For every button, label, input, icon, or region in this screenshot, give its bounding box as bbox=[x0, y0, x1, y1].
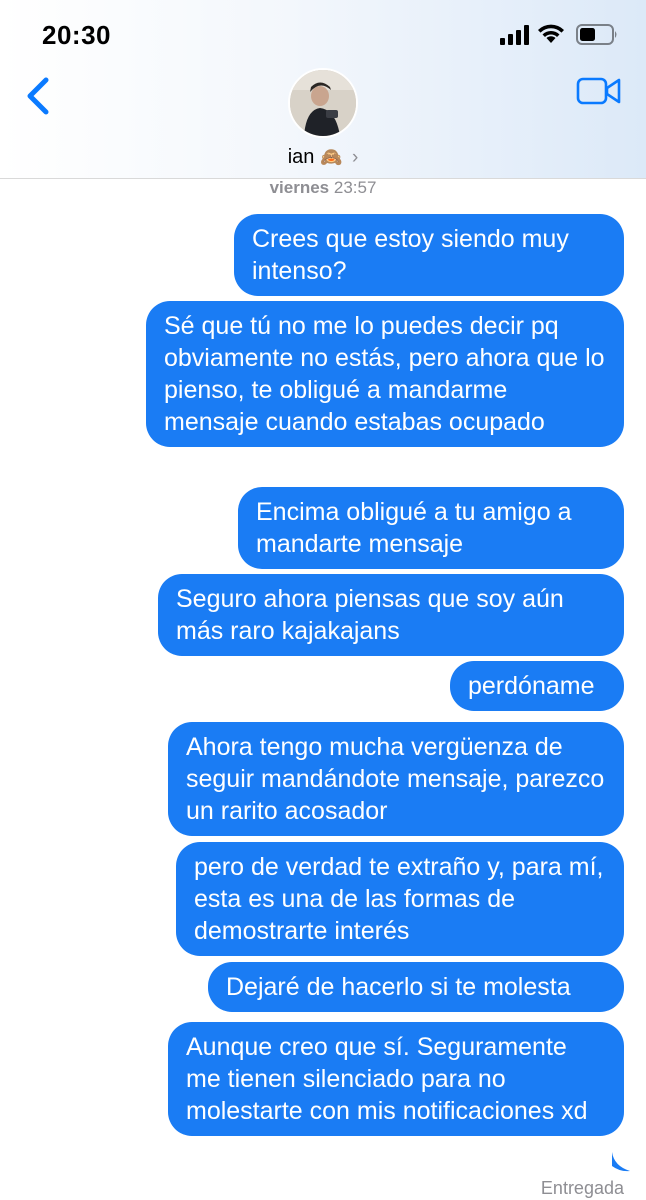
message-bubble[interactable]: perdóname bbox=[450, 661, 624, 711]
contact-emoji: 🙈 bbox=[319, 147, 343, 167]
status-bar: 20:30 bbox=[0, 0, 646, 66]
message-bubble[interactable]: Ahora tengo mucha vergüenza de seguir ma… bbox=[168, 722, 624, 836]
timestamp-day: viernes bbox=[269, 178, 330, 197]
chevron-right-icon: › bbox=[351, 147, 359, 168]
battery-icon bbox=[576, 24, 617, 45]
message-timestamp: viernes 23:57 bbox=[0, 178, 646, 198]
message-bubble[interactable]: Crees que estoy siendo muy intenso? bbox=[234, 214, 624, 296]
message-bubble[interactable]: Sé que tú no me lo puedes decir pq obvia… bbox=[146, 301, 624, 447]
status-time: 20:30 bbox=[42, 20, 111, 50]
contact-name: ian bbox=[287, 146, 315, 168]
message-bubble[interactable]: pero de verdad te extraño y, para mí, es… bbox=[176, 842, 624, 956]
contact-avatar[interactable] bbox=[288, 68, 358, 138]
contact-name-button[interactable]: ian 🙈 › bbox=[0, 146, 646, 169]
avatar-photo bbox=[290, 70, 356, 136]
message-bubble[interactable]: Encima obligué a tu amigo a mandarte men… bbox=[238, 487, 624, 569]
wifi-icon bbox=[538, 24, 564, 43]
back-chevron-icon[interactable] bbox=[20, 72, 60, 120]
bubble-tail bbox=[612, 1152, 630, 1172]
delivery-status: Entregada bbox=[540, 1178, 624, 1198]
message-bubble[interactable]: Seguro ahora piensas que soy aún más rar… bbox=[158, 574, 624, 656]
message-bubble[interactable]: Dejaré de hacerlo si te molesta bbox=[208, 962, 624, 1012]
message-bubble[interactable]: Aunque creo que sí. Seguramente me tiene… bbox=[168, 1022, 624, 1136]
timestamp-time: 23:57 bbox=[333, 178, 377, 197]
video-call-icon[interactable] bbox=[576, 74, 622, 108]
signal-icon bbox=[500, 25, 529, 45]
